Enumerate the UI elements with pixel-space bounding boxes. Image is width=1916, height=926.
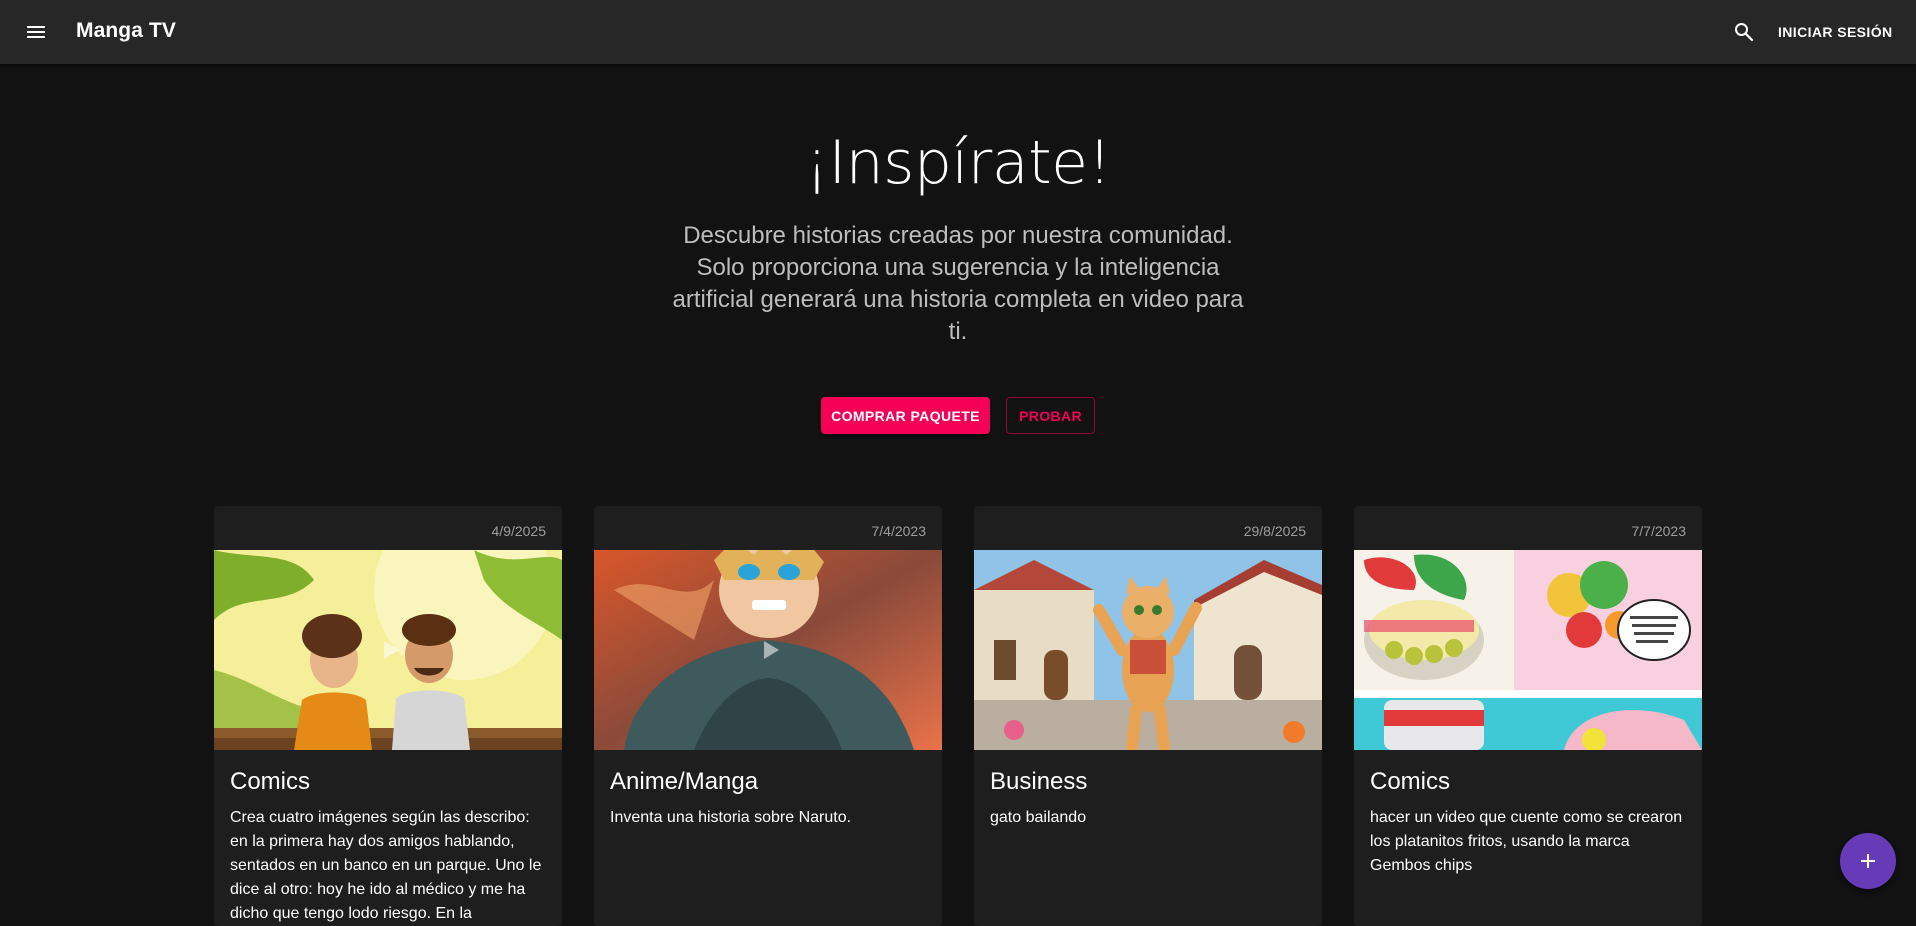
card-thumbnail[interactable] (214, 550, 562, 750)
try-button[interactable]: PROBAR (1006, 397, 1095, 434)
card-title: Anime/Manga (610, 768, 759, 795)
story-card[interactable]: 29/8/2025 Business gato bailando (974, 506, 1322, 926)
card-title: Comics (230, 768, 311, 795)
create-story-fab[interactable] (1840, 833, 1896, 889)
search-button[interactable] (1728, 16, 1760, 48)
hero-title: ¡Inspírate! (804, 128, 1112, 198)
card-title: Comics (1370, 768, 1451, 795)
app-bar: Manga TV INICIAR SESIÓN (0, 0, 1916, 64)
plus-icon (1861, 854, 1875, 868)
card-thumbnail[interactable] (594, 550, 942, 750)
play-icon (1518, 638, 1542, 662)
card-description: Inventa una historia sobre Naruto. (610, 809, 852, 826)
menu-button[interactable] (20, 18, 52, 46)
card-description: hacer un video que cuente como se crearo… (1370, 809, 1683, 874)
login-button[interactable]: INICIAR SESIÓN (1770, 16, 1901, 48)
story-card[interactable]: 7/4/2023 Anime/Manga Inventa una histori… (594, 506, 942, 926)
app-title[interactable]: Manga TV (76, 19, 176, 43)
story-card[interactable]: 4/9/2025 Comics Crea cuatro imágenes seg… (214, 506, 562, 926)
card-title: Business (990, 768, 1088, 795)
story-card[interactable]: 7/7/2023 Comics hacer un video que cuent… (1354, 506, 1702, 926)
card-description: Crea cuatro imágenes según las describo:… (230, 809, 542, 922)
card-date: 7/7/2023 (1631, 523, 1687, 539)
card-date: 4/9/2025 (491, 523, 547, 539)
play-icon (764, 641, 779, 659)
search-icon (1735, 23, 1754, 42)
card-date: 7/4/2023 (871, 523, 927, 539)
card-thumbnail[interactable] (974, 550, 1322, 750)
play-icon (1138, 638, 1162, 662)
card-thumbnail[interactable] (1354, 550, 1702, 750)
card-date: 29/8/2025 (1243, 523, 1306, 539)
buy-package-button[interactable]: COMPRAR PAQUETE (821, 397, 990, 434)
menu-icon (27, 26, 45, 38)
hero-subtitle: Descubre historias creadas por nuestra c… (672, 222, 1244, 345)
card-description: gato bailando (990, 809, 1087, 826)
play-icon (384, 641, 399, 659)
